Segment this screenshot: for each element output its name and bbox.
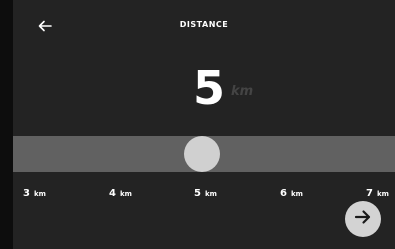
distance-slider-handle[interactable] [183, 136, 220, 172]
distance-screen: DISTANCE 5 km 3 km 4 km 5 km 6 km 7 km [13, 0, 395, 249]
scale-tick-6: 6 km [280, 188, 303, 199]
next-button[interactable] [345, 201, 381, 237]
distance-readout: 5 km [13, 62, 395, 114]
page-title: DISTANCE [179, 20, 229, 29]
scale-tick-7: 7 km [366, 188, 389, 199]
arrow-right-icon [354, 209, 372, 229]
scale-tick-5: 5 km [194, 188, 217, 199]
distance-value: 5 [193, 61, 226, 115]
scale-tick-4: 4 km [109, 188, 132, 199]
distance-unit: km [231, 84, 254, 99]
scale-tick-3: 3 km [23, 188, 46, 199]
